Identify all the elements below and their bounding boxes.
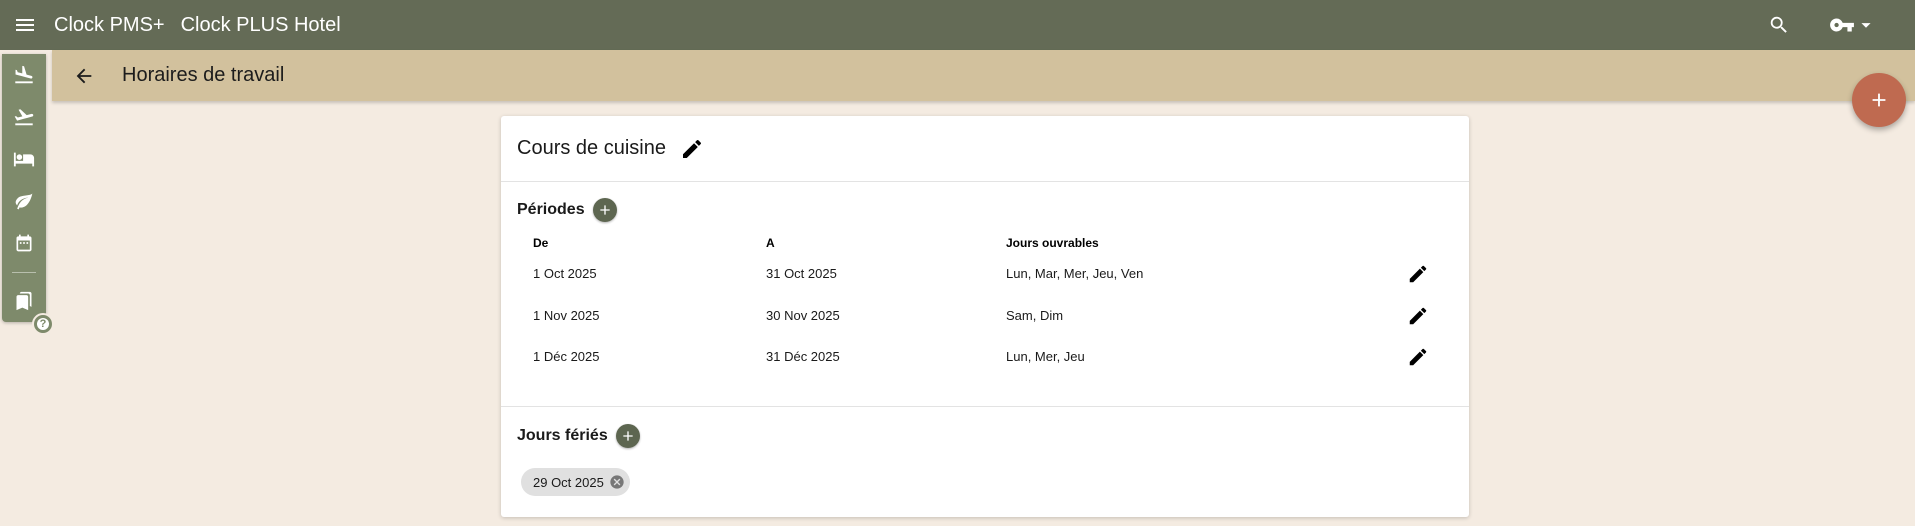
account-menu-button[interactable] xyxy=(1829,12,1877,38)
periods-title: Périodes xyxy=(517,201,585,218)
rail-item-spa[interactable] xyxy=(2,182,46,220)
flight-takeoff-icon xyxy=(14,109,34,126)
help-button[interactable]: ? xyxy=(32,313,54,335)
column-header-to: A xyxy=(766,236,775,250)
add-icon xyxy=(599,205,610,215)
menu-icon xyxy=(16,19,34,31)
holiday-chip-label: 29 Oct 2025 xyxy=(533,474,604,490)
edit-title-button[interactable] xyxy=(679,136,705,162)
leaf-icon xyxy=(15,193,33,210)
help-icon: ? xyxy=(37,318,49,330)
holiday-chip[interactable]: 29 Oct 2025 xyxy=(521,468,630,496)
rail-divider xyxy=(12,272,36,273)
edit-period-button[interactable] xyxy=(1406,262,1430,286)
period-days: Sam, Dim xyxy=(1006,308,1064,323)
table-row: 1 Déc 2025 31 Déc 2025 Lun, Mer, Jeu xyxy=(501,336,1469,378)
remove-holiday-button[interactable] xyxy=(608,473,626,491)
page-title: Horaires de travail xyxy=(122,64,285,86)
navigation-rail xyxy=(2,54,46,322)
arrow-drop-down-icon xyxy=(1861,23,1871,28)
period-days: Lun, Mar, Mer, Jeu, Ven xyxy=(1006,266,1144,281)
edit-icon xyxy=(1409,265,1427,283)
rail-item-rooms[interactable] xyxy=(2,140,46,178)
hotel-name[interactable]: Clock PLUS Hotel xyxy=(181,14,341,37)
period-days: Lun, Mer, Jeu xyxy=(1006,349,1085,364)
page-header-bar: Horaires de travail xyxy=(52,50,1915,101)
key-icon xyxy=(1830,18,1854,32)
work-schedule-card: Cours de cuisine Périodes De A Jours ouv… xyxy=(501,116,1469,517)
edit-period-button[interactable] xyxy=(1406,304,1430,328)
edit-icon xyxy=(1409,348,1427,366)
add-fab-button[interactable] xyxy=(1852,73,1906,127)
add-period-button[interactable] xyxy=(592,198,617,222)
calendar-icon xyxy=(16,234,32,252)
bed-icon xyxy=(13,152,35,167)
app-name: Clock PMS+ xyxy=(54,13,165,36)
back-button[interactable] xyxy=(64,56,104,96)
rail-item-arrivals[interactable] xyxy=(2,56,46,94)
cancel-icon xyxy=(610,475,624,489)
period-from: 1 Nov 2025 xyxy=(533,308,600,323)
add-holiday-button[interactable] xyxy=(615,424,640,448)
period-from: 1 Déc 2025 xyxy=(533,349,600,364)
menu-button[interactable] xyxy=(0,0,50,50)
period-to: 31 Oct 2025 xyxy=(766,266,837,281)
table-row: 1 Nov 2025 30 Nov 2025 Sam, Dim xyxy=(501,295,1469,337)
column-header-from: De xyxy=(533,236,549,250)
periods-section-header: Périodes xyxy=(501,198,1469,222)
edit-period-button[interactable] xyxy=(1406,345,1430,369)
period-from: 1 Oct 2025 xyxy=(533,266,597,281)
edit-icon xyxy=(1409,307,1427,325)
rail-item-calendar[interactable] xyxy=(2,224,46,262)
period-to: 30 Nov 2025 xyxy=(766,308,840,323)
card-header: Cours de cuisine xyxy=(501,116,1469,182)
period-to: 31 Déc 2025 xyxy=(766,349,840,364)
column-header-workdays: Jours ouvrables xyxy=(1006,236,1099,250)
bookmarks-icon xyxy=(16,291,32,311)
rail-item-departures[interactable] xyxy=(2,98,46,136)
search-icon xyxy=(1770,16,1787,33)
flight-land-icon xyxy=(15,65,33,84)
add-icon xyxy=(623,431,633,441)
edit-icon xyxy=(682,139,701,158)
holidays-section-header: Jours fériés xyxy=(501,424,1469,448)
top-app-bar: Clock PMS+ Clock PLUS Hotel xyxy=(0,0,1915,50)
add-icon xyxy=(1872,93,1886,107)
table-row: 1 Oct 2025 31 Oct 2025 Lun, Mar, Mer, Je… xyxy=(501,253,1469,295)
search-button[interactable] xyxy=(1759,5,1799,45)
card-title: Cours de cuisine xyxy=(517,137,666,159)
holidays-title: Jours fériés xyxy=(517,427,608,444)
section-divider xyxy=(501,406,1469,407)
arrow-back-icon xyxy=(76,68,92,83)
